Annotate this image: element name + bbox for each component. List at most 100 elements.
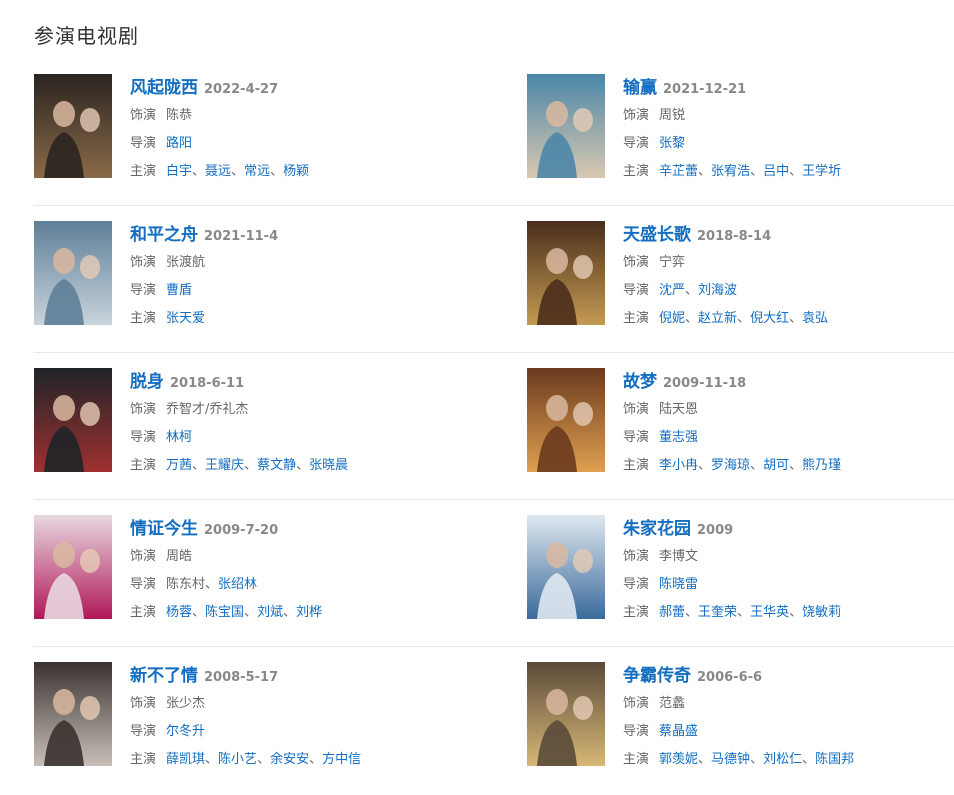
director-line: 导演 蔡晶盛: [623, 718, 954, 746]
cast-line: 主演 白宇、聂远、常远、杨颖: [130, 158, 470, 186]
role-line: 饰演 李博文: [623, 543, 954, 571]
person-name[interactable]: 赵立新: [698, 311, 737, 326]
person-name[interactable]: 沈严: [659, 283, 685, 298]
drama-poster-image[interactable]: [527, 221, 605, 325]
drama-info: 输赢 2021-12-21 饰演 周锐 导演 张黎 主演 辛芷蕾、张宥浩、吕中、王学圻: [623, 74, 954, 186]
drama-poster-image[interactable]: [34, 221, 112, 325]
person-name[interactable]: 聂远: [205, 164, 231, 179]
drama-title-link[interactable]: 朱家花园: [623, 519, 691, 539]
person-name[interactable]: 刘海波: [698, 283, 737, 298]
person-name[interactable]: 陈国邦: [815, 752, 854, 767]
drama-info: 朱家花园 2009 饰演 李博文 导演 陈晓雷 主演 郝蕾、王奎荣、王华英、饶敏莉: [623, 515, 954, 627]
drama-poster-image[interactable]: [527, 662, 605, 766]
cast-line: 主演 薛凯琪、陈小艺、余安安、方中信: [130, 746, 470, 774]
drama-poster-image[interactable]: [527, 368, 605, 472]
person-name[interactable]: 杨颖: [283, 164, 309, 179]
drama-poster-image[interactable]: [34, 515, 112, 619]
role-label: 饰演: [623, 696, 650, 711]
drama-info: 风起陇西 2022-4-27 饰演 陈恭 导演 路阳 主演 白宇、聂远、常远、杨颖: [130, 74, 470, 186]
person-name[interactable]: 李小冉: [659, 458, 698, 473]
drama-title-link[interactable]: 和平之舟: [130, 225, 198, 245]
drama-title-link[interactable]: 风起陇西: [130, 78, 198, 98]
drama-title-link[interactable]: 新不了情: [130, 666, 198, 686]
name-separator: 、: [283, 605, 297, 620]
drama-info: 故梦 2009-11-18 饰演 陆天恩 导演 董志强 主演 李小冉、罗海琼、胡可、熊乃瑾: [623, 368, 954, 480]
name-separator: 、: [750, 164, 764, 179]
person-name[interactable]: 罗海琼: [711, 458, 750, 473]
role-label: 饰演: [623, 549, 650, 564]
drama-info: 天盛长歌 2018-8-14 饰演 宁弈 导演 沈严、刘海波 主演 倪妮、赵立新、倪大红、袁弘: [623, 221, 954, 333]
person-name[interactable]: 常远: [244, 164, 270, 179]
person-name[interactable]: 余安安: [270, 752, 309, 767]
drama-date: 2006-6-6: [697, 670, 763, 685]
person-name[interactable]: 郭羡妮: [659, 752, 698, 767]
role-value: 宁弈: [659, 255, 686, 270]
director-line: 导演 尔冬升: [130, 718, 470, 746]
person-name[interactable]: 张晓晨: [309, 458, 348, 473]
cast-label: 主演: [623, 311, 650, 326]
person-name[interactable]: 蔡晶盛: [659, 724, 698, 739]
person-name[interactable]: 熊乃瑾: [802, 458, 841, 473]
person-name[interactable]: 陈宝国: [205, 605, 244, 620]
person-name[interactable]: 张绍林: [218, 577, 257, 592]
person-name[interactable]: 袁弘: [802, 311, 828, 326]
person-name[interactable]: 王华英: [750, 605, 789, 620]
person-name[interactable]: 方中信: [322, 752, 361, 767]
drama-poster-image[interactable]: [527, 515, 605, 619]
drama-title-link[interactable]: 输赢: [623, 78, 657, 98]
person-name[interactable]: 路阳: [166, 136, 192, 151]
drama-poster-image[interactable]: [34, 662, 112, 766]
person-name[interactable]: 陈晓雷: [659, 577, 698, 592]
person-name[interactable]: 倪妮: [659, 311, 685, 326]
drama-poster-image[interactable]: [34, 74, 112, 178]
person-name[interactable]: 陈小艺: [218, 752, 257, 767]
person-name[interactable]: 王耀庆: [205, 458, 244, 473]
drama-title-link[interactable]: 故梦: [623, 372, 657, 392]
person-name[interactable]: 刘斌: [257, 605, 283, 620]
person-name[interactable]: 曹盾: [166, 283, 192, 298]
drama-poster-image[interactable]: [34, 368, 112, 472]
person-name[interactable]: 张黎: [659, 136, 685, 151]
person-name[interactable]: 郝蕾: [659, 605, 685, 620]
role-value: 陈恭: [166, 108, 193, 123]
person-name[interactable]: 刘桦: [296, 605, 322, 620]
person-name[interactable]: 薛凯琪: [166, 752, 205, 767]
director-line: 导演 路阳: [130, 130, 470, 158]
person-name[interactable]: 白宇: [166, 164, 192, 179]
director-line: 导演 沈严、刘海波: [623, 277, 954, 305]
role-line: 饰演 周皓: [130, 543, 470, 571]
role-value: 张渡航: [166, 255, 206, 270]
person-name[interactable]: 蔡文静: [257, 458, 296, 473]
cast-line: 主演 辛芷蕾、张宥浩、吕中、王学圻: [623, 158, 954, 186]
drama-title-link[interactable]: 天盛长歌: [623, 225, 691, 245]
role-value: 范蠡: [659, 696, 686, 711]
person-name[interactable]: 张天爱: [166, 311, 205, 326]
person-name[interactable]: 辛芷蕾: [659, 164, 698, 179]
drama-title-link[interactable]: 脱身: [130, 372, 164, 392]
person-name[interactable]: 万茜: [166, 458, 192, 473]
person-name[interactable]: 林柯: [166, 430, 192, 445]
person-name[interactable]: 饶敏莉: [802, 605, 841, 620]
person-name[interactable]: 倪大红: [750, 311, 789, 326]
director-line: 导演 陈东村、张绍林: [130, 571, 470, 599]
person-name[interactable]: 吕中: [763, 164, 789, 179]
person-name[interactable]: 王奎荣: [698, 605, 737, 620]
person-name[interactable]: 胡可: [763, 458, 789, 473]
person-name[interactable]: 马德钟: [711, 752, 750, 767]
drama-title-link[interactable]: 争霸传奇: [623, 666, 691, 686]
person-name[interactable]: 尔冬升: [166, 724, 205, 739]
role-value: 李博文: [659, 549, 699, 564]
drama-title-link[interactable]: 情证今生: [130, 519, 198, 539]
person-name[interactable]: 王学圻: [802, 164, 841, 179]
drama-date: 2018-6-11: [170, 376, 245, 391]
drama-poster-image[interactable]: [527, 74, 605, 178]
drama-row: 情证今生 2009-7-20 饰演 周皓 导演 陈东村、张绍林 主演 杨蓉、陈宝国、刘斌、刘桦…: [34, 499, 954, 662]
person-name[interactable]: 刘松仁: [763, 752, 802, 767]
person-name[interactable]: 董志强: [659, 430, 698, 445]
person-name[interactable]: 张宥浩: [711, 164, 750, 179]
role-line: 饰演 陈恭: [130, 102, 470, 130]
person-name[interactable]: 杨蓉: [166, 605, 192, 620]
name-separator: 、: [192, 605, 206, 620]
name-separator: 、: [750, 458, 764, 473]
name-separator: 、: [789, 458, 803, 473]
